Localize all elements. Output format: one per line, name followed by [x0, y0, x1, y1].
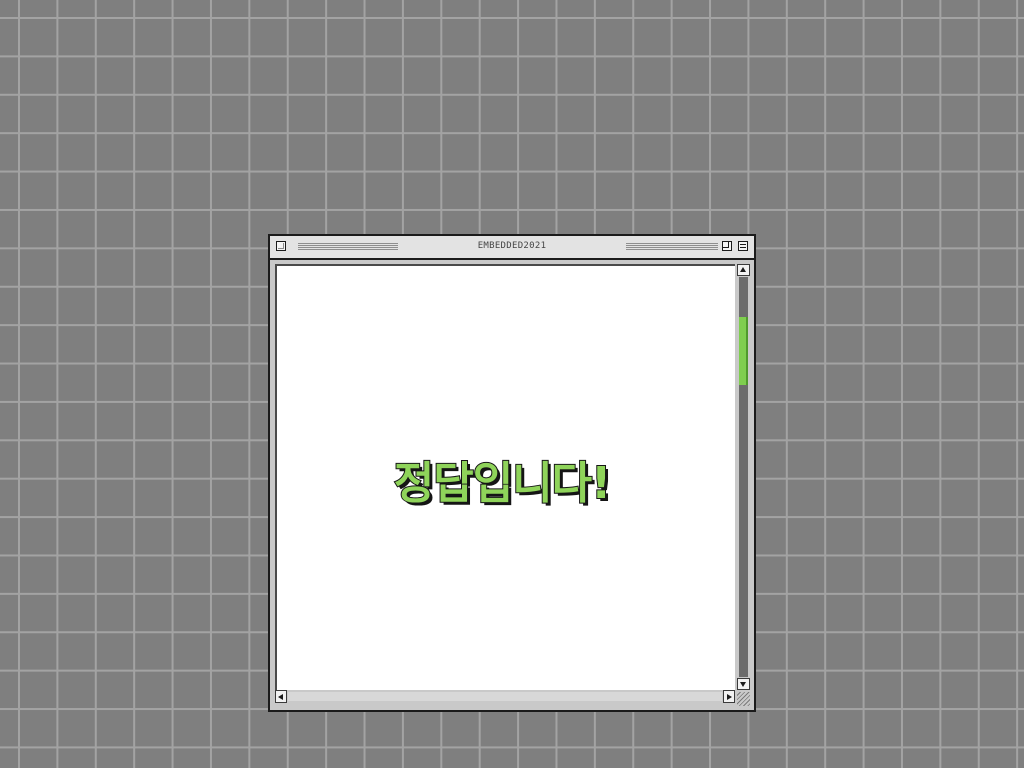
scroll-right-button[interactable]: [723, 690, 735, 703]
title-bar[interactable]: EMBEDDED2021: [270, 236, 754, 260]
scroll-down-button[interactable]: [737, 678, 750, 690]
title-bar-stripes-right: [626, 243, 718, 251]
arrow-left-icon: [278, 694, 283, 700]
horizontal-scrollbar[interactable]: [275, 690, 735, 703]
resize-grip-icon[interactable]: [737, 692, 750, 706]
scroll-left-button[interactable]: [275, 690, 287, 703]
vertical-scroll-track[interactable]: [739, 277, 748, 677]
horizontal-scroll-track[interactable]: [288, 692, 722, 701]
collapse-box-icon[interactable]: [738, 241, 748, 251]
arrow-right-icon: [727, 694, 732, 700]
app-window: EMBEDDED2021 정답입니다!: [268, 234, 756, 712]
answer-message: 정답입니다!: [393, 457, 612, 510]
vertical-scroll-thumb[interactable]: [739, 317, 748, 385]
arrow-down-icon: [740, 682, 746, 687]
scroll-up-button[interactable]: [737, 264, 750, 276]
vertical-scrollbar[interactable]: [737, 264, 750, 690]
arrow-up-icon: [740, 267, 746, 272]
zoom-box-icon[interactable]: [722, 241, 732, 251]
content-area: 정답입니다!: [275, 264, 735, 690]
